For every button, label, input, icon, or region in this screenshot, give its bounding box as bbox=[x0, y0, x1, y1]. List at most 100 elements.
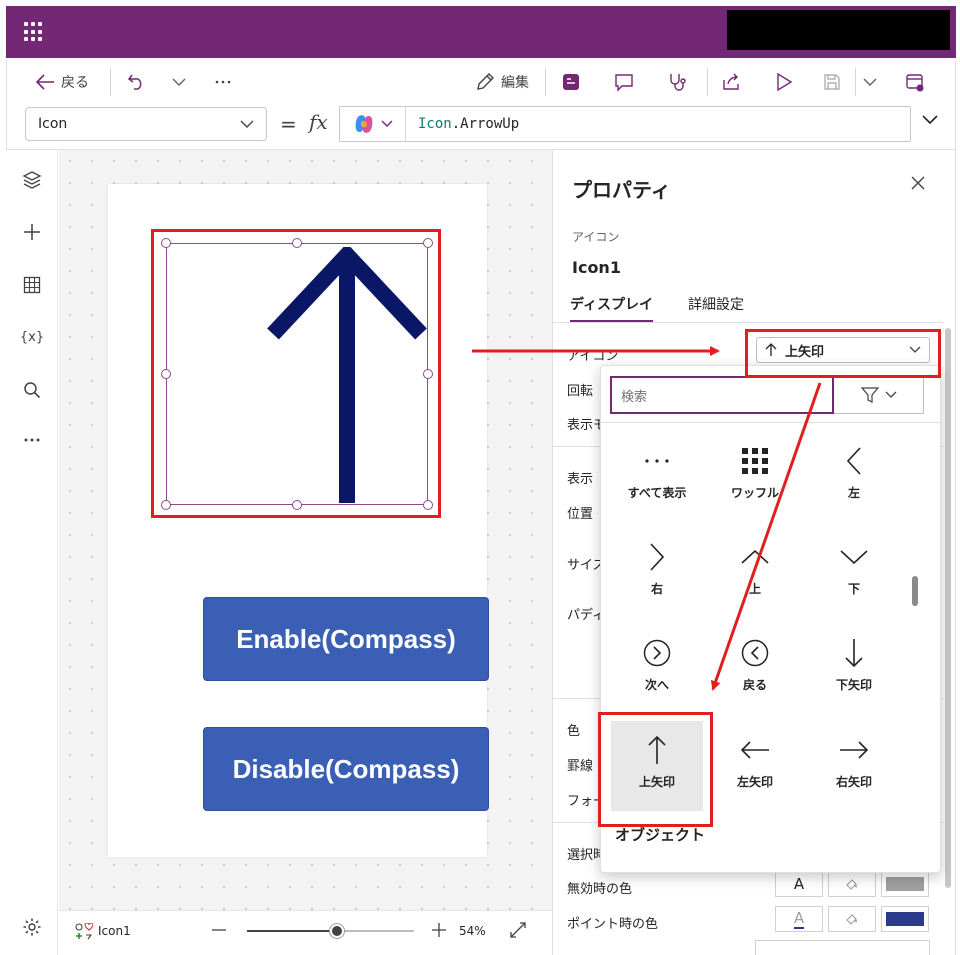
chevron-down-icon bbox=[885, 391, 897, 399]
fx-icon: fx bbox=[309, 110, 328, 134]
back-label: 戻る bbox=[61, 75, 89, 91]
selected-control-name: Icon1 bbox=[98, 924, 131, 938]
fit-to-window-icon[interactable] bbox=[509, 921, 527, 939]
zoom-slider-fill bbox=[247, 930, 337, 932]
position-prop-label: 位置 bbox=[567, 507, 594, 522]
icon-option-label: 下 bbox=[847, 582, 860, 596]
icon-option-label: 右 bbox=[650, 582, 663, 596]
save-menu-button[interactable] bbox=[863, 70, 877, 94]
variables-icon[interactable]: {x} bbox=[20, 325, 44, 349]
comment-icon bbox=[614, 72, 634, 92]
tab-display[interactable]: ディスプレイ bbox=[570, 294, 654, 322]
waffle-icon bbox=[742, 444, 768, 478]
zoom-slider[interactable] bbox=[247, 924, 414, 938]
copilot-button[interactable] bbox=[340, 107, 406, 141]
chevron-down-icon bbox=[863, 77, 877, 87]
hover-fill-button[interactable] bbox=[828, 906, 876, 932]
disabled-fill-button[interactable] bbox=[828, 871, 876, 897]
chevron-down-icon bbox=[381, 120, 393, 128]
next-property-field[interactable] bbox=[755, 940, 930, 955]
icon-option-next[interactable]: 次へ bbox=[611, 624, 703, 714]
data-table-icon[interactable] bbox=[20, 273, 44, 297]
more-horizontal-icon[interactable] bbox=[20, 428, 44, 452]
preview-button[interactable] bbox=[775, 70, 793, 94]
icon-option-label: 上 bbox=[748, 582, 761, 596]
app-launcher-icon[interactable] bbox=[24, 22, 44, 42]
play-icon bbox=[775, 72, 793, 92]
icon-option-arrow-down[interactable]: 下矢印 bbox=[808, 624, 900, 714]
formula-input[interactable]: Icon.ArrowUp bbox=[339, 106, 911, 142]
disable-compass-button[interactable]: Disable(Compass) bbox=[203, 727, 489, 811]
arrow-right-icon bbox=[839, 733, 869, 767]
next-circle-icon bbox=[643, 636, 671, 670]
property-dropdown[interactable]: Icon bbox=[25, 107, 267, 141]
annotation-highlight-box bbox=[745, 329, 941, 378]
icon-option-waffle[interactable]: ワッフル bbox=[709, 432, 801, 522]
icon-option-show-all[interactable]: すべて表示 bbox=[611, 432, 703, 522]
hover-color-swatch[interactable] bbox=[881, 906, 929, 932]
back-circle-icon bbox=[741, 636, 769, 670]
icon-option-label: 左 bbox=[847, 486, 860, 500]
properties-pane-button[interactable] bbox=[561, 70, 581, 94]
design-canvas[interactable]: Enable(Compass) Disable(Compass) bbox=[59, 150, 552, 910]
icon-option-chevron-up[interactable]: 上 bbox=[709, 528, 801, 618]
share-icon bbox=[721, 72, 741, 92]
tab-advanced[interactable]: 詳細設定 bbox=[688, 294, 744, 320]
formula-member: .ArrowUp bbox=[451, 116, 520, 132]
pencil-icon bbox=[475, 72, 495, 92]
app-title-bar bbox=[6, 6, 956, 58]
filter-button[interactable] bbox=[834, 376, 924, 414]
icon-option-chevron-down[interactable]: 下 bbox=[808, 528, 900, 618]
close-icon[interactable] bbox=[911, 176, 925, 190]
disabled-color-prop-label: 無効時の色 bbox=[567, 882, 633, 897]
panel-title: プロパティ bbox=[572, 178, 671, 202]
more-options-button[interactable] bbox=[215, 70, 231, 94]
more-horizontal-icon bbox=[644, 444, 670, 478]
disabled-color-swatch[interactable] bbox=[881, 871, 929, 897]
icon-option-arrow-left[interactable]: 左矢印 bbox=[709, 721, 801, 811]
search-icon[interactable] bbox=[20, 378, 44, 402]
undo-menu-button[interactable] bbox=[172, 70, 186, 94]
save-icon bbox=[822, 72, 842, 92]
edit-button[interactable]: 編集 bbox=[475, 70, 529, 94]
flyout-scrollbar[interactable] bbox=[912, 576, 918, 606]
comments-button[interactable] bbox=[614, 70, 634, 94]
color-prop-label: 色 bbox=[567, 724, 581, 739]
icon-search-input[interactable]: 検索 bbox=[610, 376, 834, 414]
search-placeholder: 検索 bbox=[621, 389, 648, 405]
hover-text-color-button[interactable]: A bbox=[775, 906, 823, 932]
zoom-in-icon[interactable] bbox=[431, 922, 447, 938]
icon-option-chevron-right[interactable]: 右 bbox=[611, 528, 703, 618]
app-checker-button[interactable] bbox=[667, 70, 687, 94]
icon-option-arrow-right[interactable]: 右矢印 bbox=[808, 721, 900, 811]
chevron-down-icon bbox=[240, 119, 254, 129]
undo-button[interactable] bbox=[127, 70, 147, 94]
expand-formula-button[interactable] bbox=[922, 114, 938, 124]
annotation-highlight-box bbox=[598, 712, 713, 827]
fill-bucket-icon bbox=[844, 876, 860, 892]
icon-option-label: ワッフル bbox=[730, 486, 779, 500]
icon-option-back[interactable]: 戻る bbox=[709, 624, 801, 714]
disabled-text-color-button[interactable]: A bbox=[775, 871, 823, 897]
back-button[interactable]: 戻る bbox=[35, 70, 89, 94]
tree-view-icon[interactable] bbox=[20, 168, 44, 192]
icon-option-label: 次へ bbox=[644, 678, 669, 692]
insert-icon[interactable] bbox=[20, 220, 44, 244]
icon-option-chevron-left[interactable]: 左 bbox=[808, 432, 900, 522]
chevron-down-icon bbox=[840, 540, 868, 574]
zoom-slider-thumb[interactable] bbox=[330, 924, 344, 938]
icon-option-label: 戻る bbox=[742, 678, 767, 692]
copilot-icon bbox=[353, 113, 375, 135]
icon-option-label: 下矢印 bbox=[835, 678, 872, 692]
zoom-out-icon[interactable] bbox=[211, 922, 227, 938]
save-button[interactable] bbox=[822, 70, 842, 94]
border-prop-label: 罫線 bbox=[567, 759, 594, 774]
hover-color-prop-label: ポイント時の色 bbox=[567, 917, 659, 932]
panel-scrollbar[interactable] bbox=[945, 328, 951, 888]
share-button[interactable] bbox=[721, 70, 741, 94]
chevron-left-icon bbox=[847, 444, 861, 478]
settings-gear-icon[interactable] bbox=[20, 915, 44, 939]
chevron-right-icon bbox=[650, 540, 664, 574]
enable-compass-button[interactable]: Enable(Compass) bbox=[203, 597, 489, 681]
publish-button[interactable] bbox=[905, 70, 925, 94]
